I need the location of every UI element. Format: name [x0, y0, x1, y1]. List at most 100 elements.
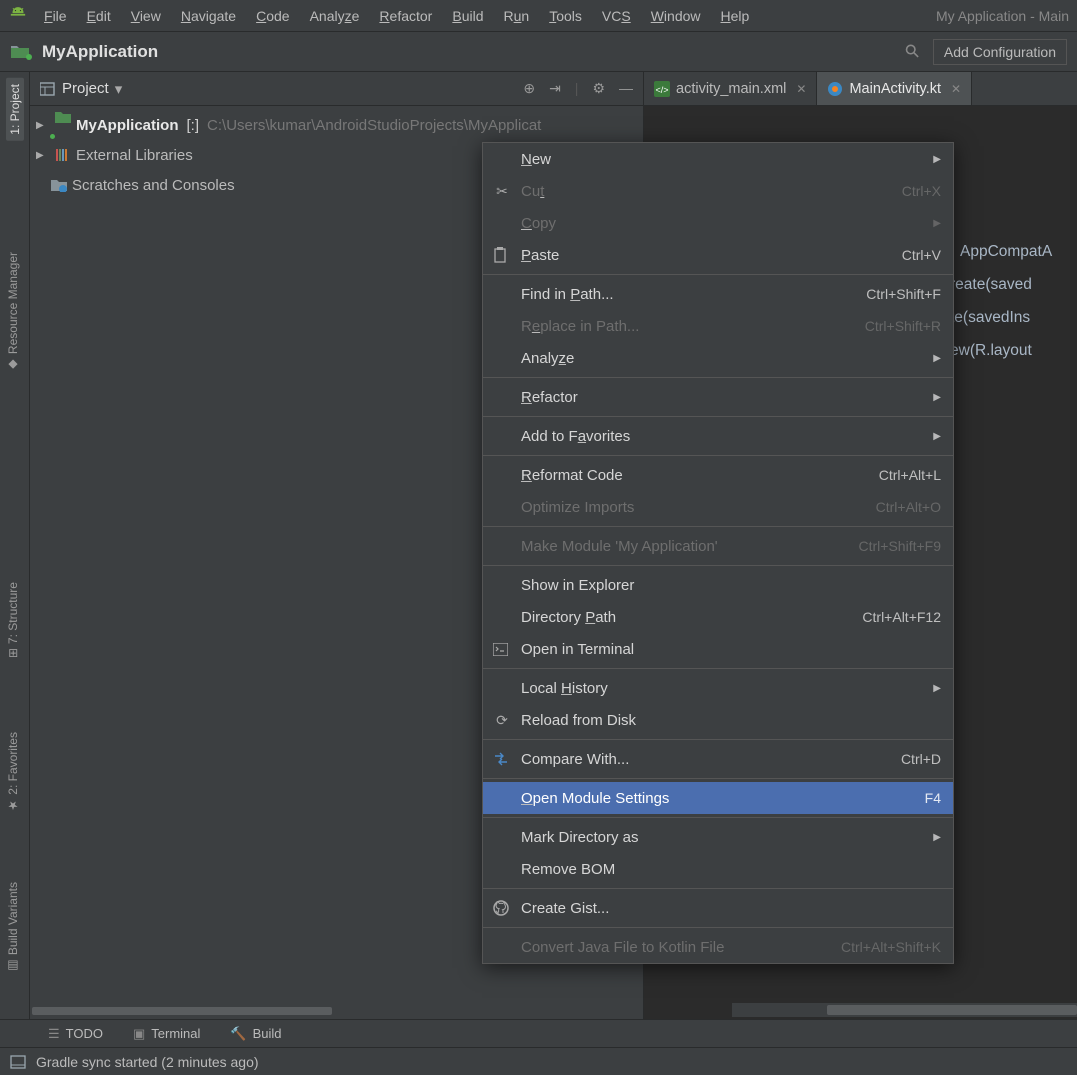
- menu-item-label: Open Module Settings: [521, 790, 669, 807]
- tree-root-path: C:\Users\kumar\AndroidStudioProjects\MyA…: [207, 117, 541, 134]
- menu-item-mark-directory-as[interactable]: Mark Directory as▶: [483, 821, 953, 853]
- menu-navigate[interactable]: Navigate: [181, 8, 236, 24]
- menu-item-reformat-code[interactable]: Reformat CodeCtrl+Alt+L: [483, 459, 953, 491]
- editor-tab-mainactivity-kt[interactable]: MainActivity.kt ✕: [817, 72, 972, 105]
- project-panel-scrollbar[interactable]: [32, 1005, 612, 1017]
- github-icon: [493, 900, 511, 916]
- window-title: My Application - Main: [936, 8, 1069, 24]
- add-configuration-button[interactable]: Add Configuration: [933, 39, 1067, 65]
- menu-separator: [483, 739, 953, 740]
- menu-item-label: Add to Favorites: [521, 428, 630, 445]
- menu-separator: [483, 416, 953, 417]
- menu-window[interactable]: Window: [651, 8, 701, 24]
- menu-view[interactable]: View: [131, 8, 161, 24]
- expand-arrow-icon[interactable]: ▶: [36, 120, 50, 131]
- menu-item-show-in-explorer[interactable]: Show in Explorer: [483, 569, 953, 601]
- menu-item-replace-in-path: Replace in Path...Ctrl+Shift+R: [483, 310, 953, 342]
- editor-tab-activity_main-xml[interactable]: </>activity_main.xml✕: [644, 72, 817, 105]
- status-icon: [10, 1055, 26, 1069]
- tool-todo[interactable]: ☰TODO: [48, 1026, 103, 1042]
- menu-separator: [483, 668, 953, 669]
- settings-icon[interactable]: ⚙: [592, 80, 605, 97]
- tool-icon: 🔨: [230, 1026, 246, 1042]
- menu-item-create-gist[interactable]: Create Gist...: [483, 892, 953, 924]
- module-folder-icon: [54, 110, 72, 141]
- menu-tools[interactable]: Tools: [549, 8, 582, 24]
- code-text: reate(saved: [950, 276, 1032, 293]
- tree-root-label: MyApplication: [76, 117, 179, 134]
- menu-build[interactable]: Build: [452, 8, 483, 24]
- menu-item-compare-with[interactable]: Compare With...Ctrl+D: [483, 743, 953, 775]
- menu-item-label: Cut: [521, 183, 544, 200]
- close-tab-icon[interactable]: ✕: [796, 82, 806, 96]
- menu-separator: [483, 274, 953, 275]
- menu-item-label: Local History: [521, 680, 608, 697]
- project-panel-header: Project ▾ ⊕ ⇥ | ⚙ —: [30, 72, 643, 106]
- menu-help[interactable]: Help: [721, 8, 750, 24]
- menu-item-find-in-path[interactable]: Find in Path...Ctrl+Shift+F: [483, 278, 953, 310]
- menu-analyze[interactable]: Analyze: [310, 8, 360, 24]
- tool-tab-resource-manager[interactable]: ◆Resource Manager: [6, 252, 20, 372]
- menu-item-label: New: [521, 151, 551, 168]
- tree-root-row[interactable]: ▶ MyApplication [:] C:\Users\kumar\Andro…: [32, 110, 641, 140]
- menu-shortcut: Ctrl+D: [901, 751, 941, 767]
- menu-shortcut: Ctrl+V: [902, 247, 941, 263]
- tool-tab-structure[interactable]: ⊞7: Structure: [6, 582, 20, 658]
- menu-shortcut: Ctrl+Alt+Shift+K: [841, 939, 941, 955]
- tool-tab-favorites[interactable]: ★2: Favorites: [6, 732, 20, 813]
- menu-item-reload-from-disk[interactable]: ⟳Reload from Disk: [483, 704, 953, 736]
- editor-scrollbar[interactable]: [732, 1003, 1077, 1017]
- tool-terminal[interactable]: ▣Terminal: [133, 1026, 200, 1042]
- menu-shortcut: Ctrl+Alt+F12: [862, 609, 941, 625]
- menu-item-paste[interactable]: PasteCtrl+V: [483, 239, 953, 271]
- context-menu: New▶✂CutCtrl+XCopy▶PasteCtrl+VFind in Pa…: [482, 142, 954, 964]
- editor-tabs: </>activity_main.xml✕ MainActivity.kt ✕: [644, 72, 1077, 106]
- menu-vcs[interactable]: VCS: [602, 8, 631, 24]
- menu-item-label: Analyze: [521, 350, 574, 367]
- tab-label: MainActivity.kt: [849, 81, 941, 97]
- status-text: Gradle sync started (2 minutes ago): [36, 1054, 259, 1070]
- menu-item-open-in-terminal[interactable]: Open in Terminal: [483, 633, 953, 665]
- menu-item-remove-bom[interactable]: Remove BOM: [483, 853, 953, 885]
- menu-run[interactable]: Run: [504, 8, 530, 24]
- code-text: te(savedIns: [950, 309, 1030, 326]
- code-text: ew(R.layout: [950, 342, 1032, 359]
- project-folder-icon: [10, 44, 36, 60]
- submenu-arrow-icon: ▶: [933, 683, 941, 694]
- search-icon[interactable]: ⚲: [900, 39, 924, 63]
- menu-item-label: Mark Directory as: [521, 829, 639, 846]
- menu-code[interactable]: Code: [256, 8, 289, 24]
- menu-item-local-history[interactable]: Local History ▶: [483, 672, 953, 704]
- menu-item-label: Refactor: [521, 389, 578, 406]
- locate-icon[interactable]: ⊕: [523, 80, 535, 97]
- menu-item-new[interactable]: New▶: [483, 143, 953, 175]
- menu-item-add-to-favorites[interactable]: Add to Favorites▶: [483, 420, 953, 452]
- menu-shortcut: Ctrl+Shift+F9: [859, 538, 941, 554]
- menu-item-label: Convert Java File to Kotlin File: [521, 939, 724, 956]
- menu-item-open-module-settings[interactable]: Open Module SettingsF4: [483, 782, 953, 814]
- tool-tab-build-variants[interactable]: ▤Build Variants: [6, 882, 20, 973]
- menu-file[interactable]: File: [44, 8, 67, 24]
- menu-item-label: Reformat Code: [521, 467, 623, 484]
- submenu-arrow-icon: ▶: [933, 353, 941, 364]
- menu-item-refactor[interactable]: Refactor▶: [483, 381, 953, 413]
- menu-separator: [483, 526, 953, 527]
- menu-edit[interactable]: Edit: [87, 8, 111, 24]
- menu-separator: [483, 927, 953, 928]
- menu-item-directory-path[interactable]: Directory PathCtrl+Alt+F12: [483, 601, 953, 633]
- expand-arrow-icon[interactable]: ▶: [36, 150, 50, 161]
- minimize-icon[interactable]: —: [619, 80, 633, 97]
- project-view-dropdown-icon[interactable]: ▾: [115, 80, 123, 98]
- menu-item-copy: Copy▶: [483, 207, 953, 239]
- left-tool-gutter: 1: Project ◆Resource Manager ⊞7: Structu…: [0, 72, 30, 1019]
- collapse-icon[interactable]: ⇥: [549, 80, 561, 97]
- close-tab-icon[interactable]: ✕: [951, 82, 961, 96]
- tool-build[interactable]: 🔨Build: [230, 1026, 281, 1042]
- tool-icon: ▣: [133, 1026, 145, 1042]
- menu-item-analyze[interactable]: Analyze ▶: [483, 342, 953, 374]
- tool-tab-project[interactable]: 1: Project: [6, 78, 24, 141]
- menu-shortcut: Ctrl+Shift+R: [865, 318, 941, 334]
- menubar: File Edit View Navigate Code Analyze Refactor B…: [0, 0, 1077, 32]
- libraries-icon: [54, 148, 72, 162]
- menu-refactor[interactable]: Refactor: [379, 8, 432, 24]
